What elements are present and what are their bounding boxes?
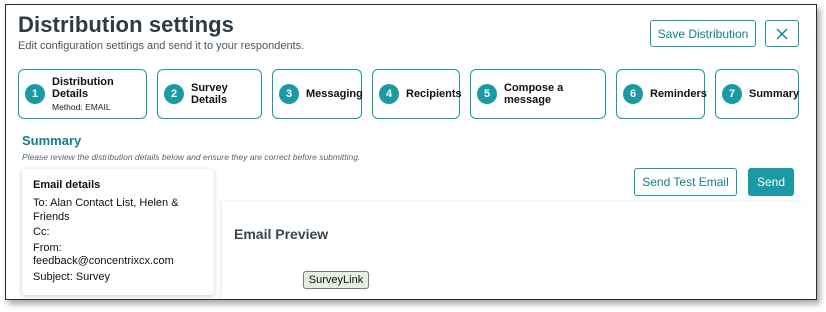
email-to: To: Alan Contact List, Helen & Friends (33, 197, 179, 223)
close-icon (776, 28, 788, 39)
step-label: Summary (749, 88, 800, 100)
survey-link-button[interactable]: SurveyLink (303, 271, 369, 289)
step-number: 4 (379, 84, 399, 104)
email-preview-label: Email Preview (234, 226, 329, 242)
close-button[interactable] (765, 20, 799, 47)
step-compose-message[interactable]: 5 Compose a message (470, 69, 606, 119)
step-number: 2 (164, 84, 184, 104)
summary-note: Please review the distribution details b… (22, 152, 361, 162)
step-survey-details[interactable]: 2 Survey Details (157, 69, 262, 119)
stepper: 1 Distribution Details Method: EMAIL 2 S… (18, 69, 800, 119)
step-number: 7 (722, 84, 742, 104)
step-label: Reminders (650, 88, 707, 100)
step-method: Method: EMAIL (52, 102, 111, 112)
step-label: Survey Details (191, 82, 228, 106)
page-title: Distribution settings (18, 12, 234, 37)
step-summary[interactable]: 7 Summary (715, 69, 799, 119)
send-test-email-button[interactable]: Send Test Email (634, 168, 737, 196)
email-details-title: Email details (33, 179, 101, 191)
email-details-card: Email details To: Alan Contact List, Hel… (22, 169, 214, 295)
email-from: From: feedback@concentrixcx.com (33, 241, 174, 268)
summary-heading: Summary (22, 133, 82, 148)
step-number: 6 (623, 84, 643, 104)
distribution-settings-window: Distribution settings Edit configuration… (5, 4, 817, 300)
step-label: Distribution Details (52, 76, 114, 100)
save-distribution-button[interactable]: Save Distribution (650, 20, 756, 47)
step-label: Recipients (406, 88, 462, 100)
step-number: 3 (279, 84, 299, 104)
send-button[interactable]: Send (748, 168, 794, 196)
step-number: 1 (25, 84, 45, 104)
page-subtitle: Edit configuration settings and send it … (18, 40, 305, 52)
email-cc: Cc: (33, 226, 50, 238)
step-reminders[interactable]: 6 Reminders (616, 69, 707, 119)
step-messaging[interactable]: 3 Messaging (272, 69, 363, 119)
step-label: Compose a message (504, 82, 564, 106)
email-subject: Subject: Survey (33, 270, 111, 283)
step-number: 5 (477, 84, 497, 104)
step-recipients[interactable]: 4 Recipients (372, 69, 462, 119)
step-distribution-details[interactable]: 1 Distribution Details Method: EMAIL (18, 69, 147, 119)
step-label: Messaging (306, 88, 363, 100)
